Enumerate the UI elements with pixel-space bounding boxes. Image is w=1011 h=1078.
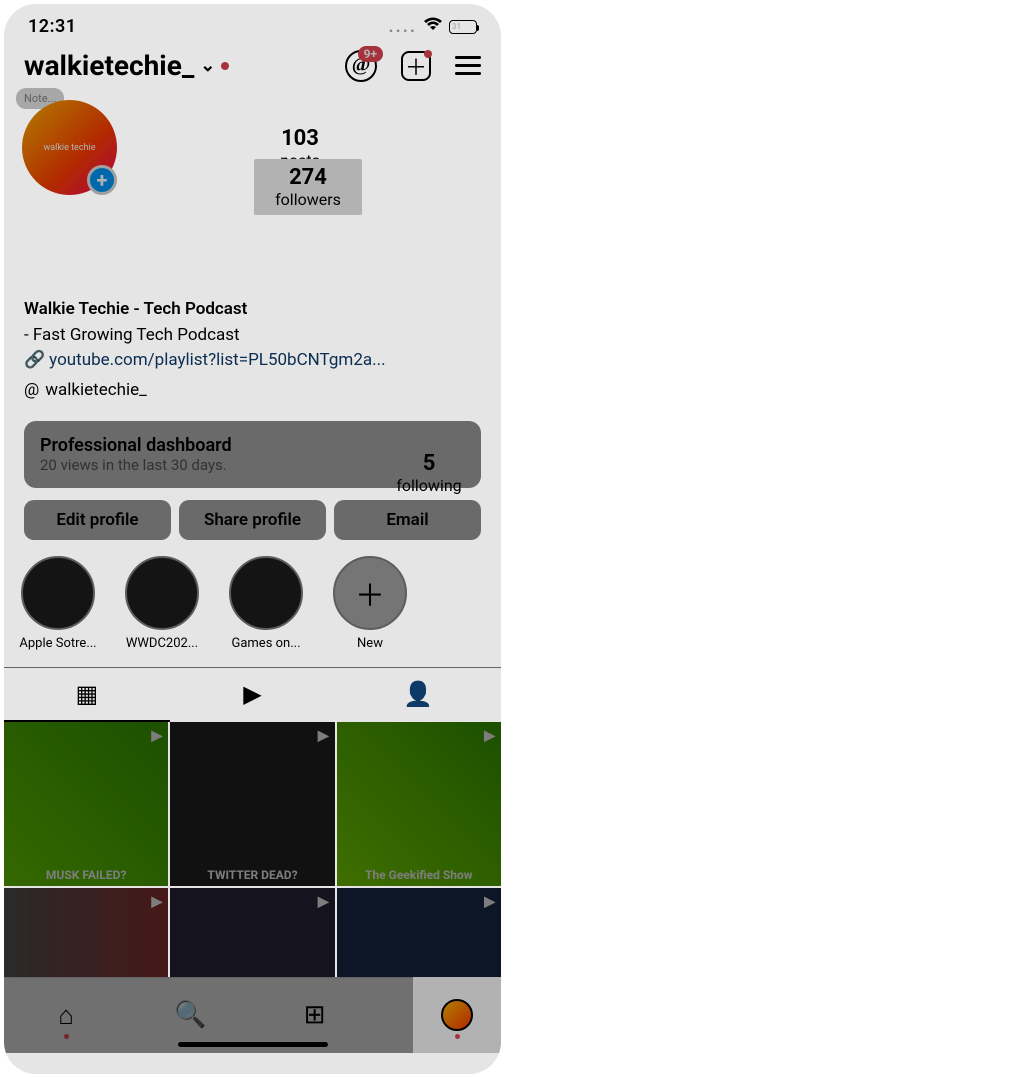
profile-username[interactable]: walkietechie_ ⌄ — [24, 49, 229, 82]
display-name: Walkie Techie - Tech Podcast — [24, 297, 481, 323]
highlight-item[interactable]: Games on... — [222, 556, 310, 651]
threads-badge: 9+ — [358, 46, 383, 62]
edit-profile-button[interactable]: Edit profile — [24, 500, 171, 540]
following-stat[interactable]: 5 following — [379, 451, 479, 495]
plus-square-icon: ⊞ — [304, 1000, 326, 1030]
grid-tab[interactable]: ▦ — [4, 668, 170, 722]
followers-stat[interactable]: 274 followers — [254, 159, 362, 215]
tagged-tab[interactable]: 👤 — [335, 668, 501, 722]
threads-handle[interactable]: @ walkietechie_ — [24, 378, 481, 404]
search-icon: 🔍 — [174, 1000, 206, 1030]
video-icon: ▶ — [152, 728, 163, 744]
video-icon: ▶ — [152, 894, 163, 910]
reels-tab[interactable]: ▶ — [170, 668, 336, 722]
chevron-down-icon: ⌄ — [200, 55, 215, 76]
notification-dot-icon — [221, 62, 229, 70]
avatar[interactable]: walkie techie + — [22, 100, 117, 195]
bio-link[interactable]: 🔗 youtube.com/playlist?list=PL50bCNTgm2a… — [24, 348, 481, 374]
threads-at-icon: @ — [24, 378, 39, 404]
reels-icon: ▶ — [243, 680, 261, 708]
feed-tile[interactable]: ▶MUSK FAILED? — [4, 722, 168, 886]
grid-icon: ▦ — [75, 680, 98, 708]
threads-icon[interactable]: @ 9+ — [345, 50, 377, 82]
highlight-item[interactable]: Apple Sotre... — [14, 556, 102, 651]
feed-tile[interactable]: ▶The Geekified Show — [337, 722, 501, 886]
highlight-item[interactable]: WWDC202... — [118, 556, 206, 651]
wifi-icon — [423, 17, 443, 36]
share-profile-button[interactable]: Share profile — [179, 500, 326, 540]
bio-text: - Fast Growing Tech Podcast — [24, 323, 481, 349]
menu-icon[interactable] — [455, 56, 481, 75]
home-indicator — [178, 1042, 328, 1047]
video-icon: ▶ — [318, 728, 329, 744]
profile-tab[interactable] — [413, 977, 501, 1053]
cellular-dots-icon: .... — [389, 16, 417, 37]
video-icon: ▶ — [484, 728, 495, 744]
feed-tile[interactable]: ▶TWITTER DEAD? — [170, 722, 334, 886]
video-icon: ▶ — [318, 894, 329, 910]
email-button[interactable]: Email — [334, 500, 481, 540]
home-tab[interactable]: ⌂ — [4, 978, 128, 1053]
username-text: walkietechie_ — [24, 49, 194, 82]
tagged-icon: 👤 — [403, 680, 433, 708]
profile-avatar-icon — [441, 999, 473, 1031]
link-icon: 🔗 — [24, 348, 45, 374]
video-icon: ▶ — [484, 894, 495, 910]
clock: 12:31 — [28, 16, 77, 37]
battery-icon: 31 — [449, 20, 477, 34]
highlight-new[interactable]: ＋New — [326, 556, 414, 651]
home-icon: ⌂ — [58, 1000, 74, 1031]
add-story-icon[interactable]: + — [87, 165, 117, 195]
status-bar: 12:31 .... 31 — [4, 4, 501, 43]
new-post-button[interactable]: ＋ — [401, 51, 431, 81]
story-highlights: Apple Sotre... WWDC202... Games on... ＋N… — [4, 540, 501, 667]
